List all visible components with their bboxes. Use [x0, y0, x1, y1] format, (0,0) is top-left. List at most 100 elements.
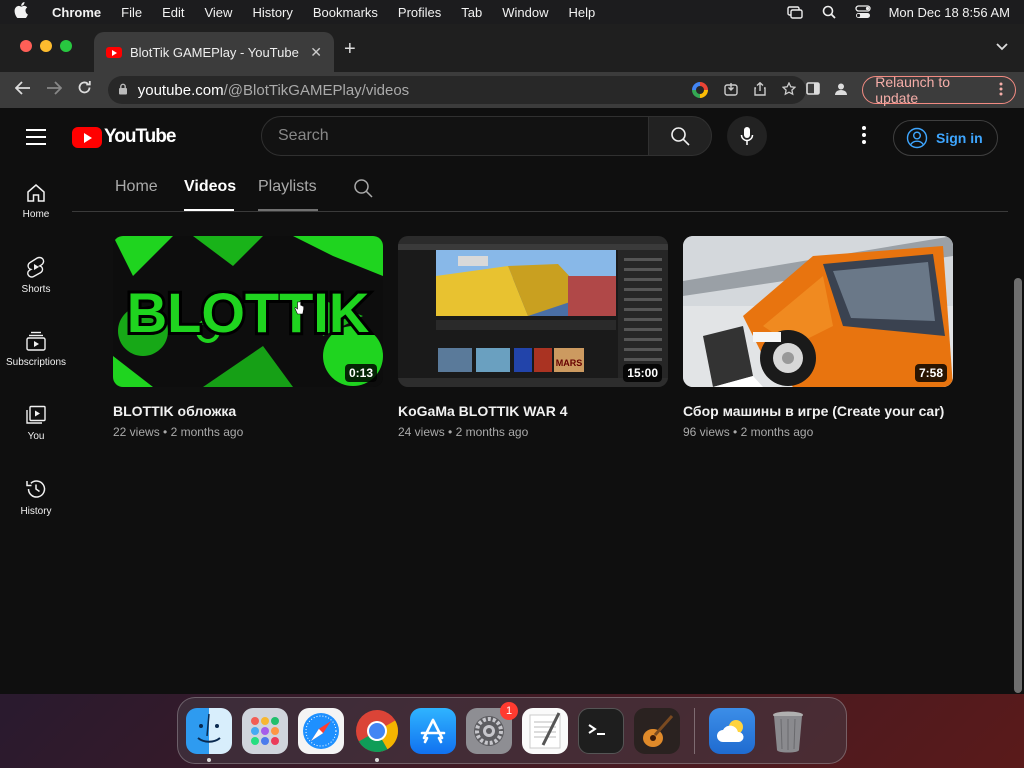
sidebar-item-shorts[interactable]: Shorts — [0, 238, 72, 312]
sidebar-item-history[interactable]: History — [0, 460, 72, 534]
terminal-prompt-icon — [588, 723, 605, 735]
menu-edit[interactable]: Edit — [162, 5, 184, 20]
dock-weather[interactable] — [709, 707, 755, 754]
search-input[interactable]: Search — [261, 116, 649, 156]
tab-search-chevron-icon[interactable] — [996, 40, 1008, 54]
dock-textedit[interactable] — [522, 707, 568, 754]
menu-file[interactable]: File — [121, 5, 142, 20]
browser-menu-kebab-icon[interactable] — [999, 82, 1003, 99]
dock-app-store[interactable] — [410, 707, 456, 754]
sidebar-item-label: Subscriptions — [5, 356, 67, 368]
video-title[interactable]: KoGaMa BLOTTIK WAR 4 — [398, 401, 668, 421]
home-icon — [27, 183, 45, 202]
side-panel-icon[interactable] — [806, 82, 821, 98]
video-thumbnail[interactable]: BLOTTIK 0:13 — [113, 236, 383, 387]
dock-chrome[interactable] — [354, 708, 400, 762]
video-card[interactable]: BLOTTIK 0:13 BLOTTIK обложка 22 views • … — [113, 236, 383, 439]
macos-menubar: Chrome File Edit View History Bookmarks … — [0, 0, 1024, 24]
spotlight-search-icon[interactable] — [821, 5, 837, 19]
site-info-lock-icon[interactable] — [118, 83, 128, 98]
menu-app-name[interactable]: Chrome — [52, 5, 101, 20]
tab-home[interactable]: Home — [115, 178, 158, 196]
guide-menu-icon[interactable] — [26, 129, 46, 150]
search-button[interactable] — [648, 116, 712, 156]
browser-tab-active[interactable]: BlotTik GAMEPlay - YouTube ✕ — [94, 32, 334, 72]
voice-search-button[interactable] — [727, 116, 767, 156]
tab-title: BlotTik GAMEPlay - YouTube — [130, 44, 299, 60]
youtube-logo[interactable]: YouTube — [72, 126, 176, 148]
forward-arrow-icon[interactable] — [39, 80, 70, 100]
control-center-icon[interactable] — [854, 5, 871, 19]
tab-videos[interactable]: Videos — [184, 178, 236, 196]
profile-avatar-icon[interactable] — [834, 82, 848, 99]
video-title[interactable]: BLOTTIK обложка — [113, 401, 383, 421]
dock-terminal[interactable] — [578, 707, 624, 754]
app-store-icon — [420, 718, 446, 743]
hand-pointer-cursor-icon — [294, 301, 304, 315]
you-library-icon — [26, 405, 46, 424]
relaunch-to-update-button[interactable]: Relaunch to update — [862, 74, 1016, 106]
minimize-window-button[interactable] — [40, 40, 52, 52]
video-metadata: 24 views • 2 months ago — [398, 425, 529, 439]
page-scrollbar[interactable] — [1014, 278, 1022, 693]
search-placeholder: Search — [278, 127, 329, 144]
menu-window[interactable]: Window — [502, 5, 548, 20]
reload-icon[interactable] — [69, 80, 100, 100]
dock-garageband[interactable] — [634, 707, 680, 754]
finder-icon — [197, 713, 221, 743]
video-duration: 7:58 — [914, 364, 947, 382]
sidebar-item-you[interactable]: You — [0, 386, 72, 460]
dock-launchpad[interactable] — [242, 707, 288, 754]
dock-trash[interactable] — [765, 708, 811, 754]
trash-icon — [773, 711, 803, 752]
tab-close-icon[interactable]: ✕ — [310, 44, 322, 61]
dock-finder[interactable] — [186, 707, 232, 762]
fullscreen-window-button[interactable] — [60, 40, 72, 52]
sidebar-item-subscriptions[interactable]: Subscriptions — [0, 312, 72, 386]
menu-bookmarks[interactable]: Bookmarks — [313, 5, 378, 20]
chrome-logo-icon — [356, 709, 398, 752]
google-lens-icon[interactable] — [692, 82, 709, 98]
address-bar[interactable]: youtube.com/@BlotTikGAMEPlay/videos — [107, 76, 807, 104]
menu-tab[interactable]: Tab — [461, 5, 482, 20]
close-window-button[interactable] — [20, 40, 32, 52]
url-host: youtube.com — [137, 81, 224, 99]
menu-help[interactable]: Help — [569, 5, 596, 20]
video-metadata: 22 views • 2 months ago — [113, 425, 244, 439]
menubar-clock[interactable]: Mon Dec 18 8:56 AM — [889, 5, 1010, 20]
menu-profiles[interactable]: Profiles — [398, 5, 441, 20]
subscriptions-icon — [26, 331, 46, 351]
share-icon[interactable] — [754, 81, 766, 99]
thumbnail-artwork — [683, 236, 953, 387]
bookmark-star-icon[interactable] — [781, 80, 797, 99]
settings-kebab-icon[interactable] — [862, 126, 868, 147]
video-thumbnail[interactable]: 7:58 — [683, 236, 953, 387]
new-tab-plus-icon[interactable]: + — [344, 38, 356, 61]
video-title[interactable]: Сбор машины в игре (Create your car) — [683, 401, 953, 421]
channel-search-icon[interactable] — [353, 178, 373, 203]
screen-mirroring-icon[interactable] — [786, 5, 803, 19]
tab-playlists[interactable]: Playlists — [258, 178, 317, 196]
back-arrow-icon[interactable] — [8, 80, 39, 100]
video-card[interactable]: MARS 15:00 KoGaMa BLOTTIK WAR 4 24 views… — [398, 236, 668, 439]
microphone-icon — [740, 127, 754, 145]
sign-in-button[interactable]: Sign in — [893, 120, 998, 156]
active-tab-underline — [184, 209, 234, 211]
dock-safari[interactable] — [298, 707, 344, 754]
apple-menu-icon[interactable] — [14, 2, 36, 22]
video-views: 24 views — [398, 425, 445, 439]
menu-history[interactable]: History — [252, 5, 292, 20]
video-thumbnail[interactable]: MARS 15:00 — [398, 236, 668, 387]
sign-in-label: Sign in — [936, 130, 983, 146]
video-age: 2 months ago — [455, 425, 529, 439]
video-card[interactable]: 7:58 Сбор машины в игре (Create your car… — [683, 236, 953, 439]
channel-tabs: Home Videos Playlists — [72, 164, 1008, 212]
youtube-page: YouTube Search Sign in Home Shorts Subsc… — [0, 108, 1024, 694]
youtube-favicon-icon — [106, 46, 122, 58]
menu-view[interactable]: View — [204, 5, 232, 20]
search-icon — [671, 127, 690, 146]
hover-tab-underline — [258, 209, 318, 211]
sidebar-item-home[interactable]: Home — [0, 164, 72, 238]
dock-system-settings[interactable]: 1 — [466, 701, 518, 754]
install-app-icon[interactable] — [724, 82, 738, 99]
